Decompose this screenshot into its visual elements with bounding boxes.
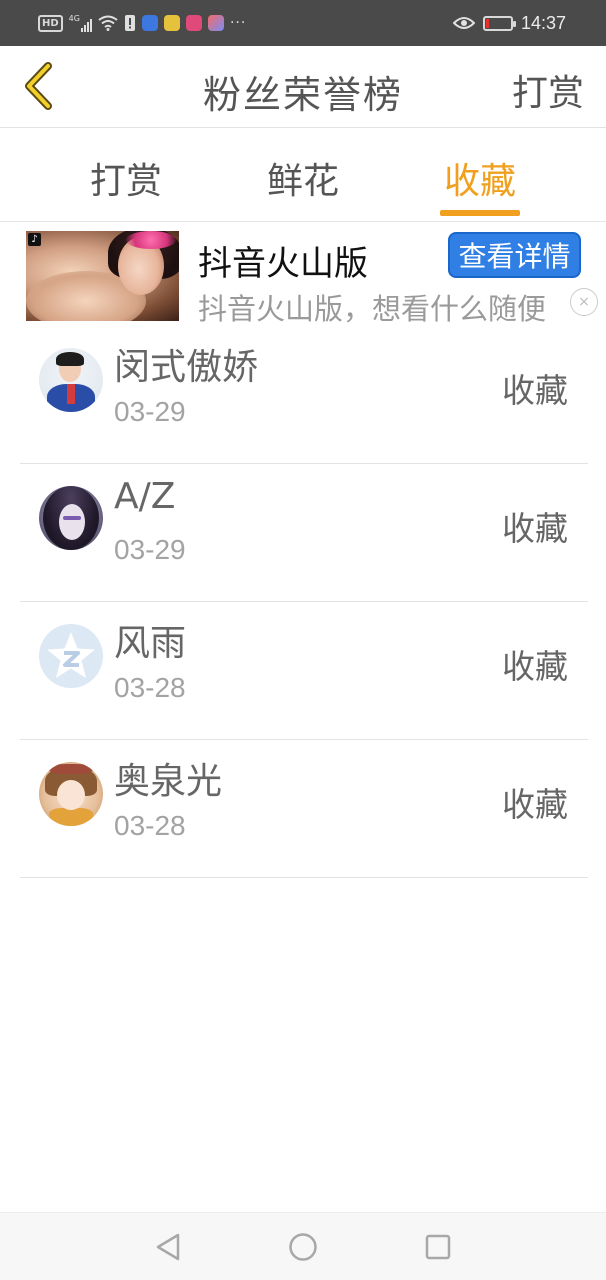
list-item[interactable]: 闵式傲娇 03-29 收藏 — [0, 326, 606, 464]
fan-action-label: 收藏 — [502, 785, 568, 824]
sim-alert-icon — [124, 15, 135, 31]
fan-date: 03-29 — [114, 534, 186, 565]
reward-button[interactable]: 打赏 — [512, 64, 584, 116]
list-item[interactable]: 奥泉光 03-28 收藏 — [0, 740, 606, 878]
app-header: 粉丝荣誉榜 打赏 — [0, 46, 606, 128]
fan-action-label: 收藏 — [502, 647, 568, 686]
fan-action-label: 收藏 — [502, 509, 568, 548]
avatar[interactable] — [39, 762, 103, 826]
system-nav-bar — [0, 1212, 606, 1280]
circle-home-icon — [289, 1233, 317, 1261]
network-type-label: 4G — [68, 14, 80, 23]
list-item[interactable]: 风雨 03-28 收藏 — [0, 602, 606, 740]
list-item[interactable]: A/Z 03-29 收藏 — [0, 464, 606, 602]
photo-app-icon — [207, 15, 224, 31]
video-app-icon — [185, 15, 202, 31]
battery-icon — [482, 15, 516, 31]
message-app-icon — [163, 15, 180, 31]
tab-reward[interactable]: 打赏 — [86, 152, 166, 204]
fan-name: 闵式傲娇 — [114, 347, 259, 388]
fan-list: 闵式傲娇 03-29 收藏 A/Z 03-29 收藏 风雨 03-28 收藏 奥… — [0, 326, 606, 878]
clock: 14:37 — [520, 12, 566, 33]
tiktok-icon: ♪ — [28, 233, 41, 246]
active-tab-indicator — [440, 210, 520, 216]
more-notifications-icon: ··· — [229, 15, 247, 31]
nav-back-button[interactable] — [152, 1231, 184, 1263]
tab-favorites[interactable]: 收藏 — [440, 152, 520, 204]
tab-flowers[interactable]: 鲜花 — [263, 152, 343, 204]
ad-description: 抖音火山版，想看什么随便 — [198, 292, 547, 326]
signal-icon — [80, 18, 92, 32]
ad-thumbnail: ♪ — [26, 231, 179, 321]
fan-name: A/Z — [114, 476, 176, 517]
avatar[interactable] — [39, 486, 103, 550]
eye-comfort-icon — [452, 17, 475, 29]
baidu-app-icon — [141, 15, 158, 31]
ad-title: 抖音火山版 — [198, 244, 368, 284]
square-recents-icon — [425, 1234, 451, 1260]
nav-home-button[interactable] — [287, 1231, 319, 1263]
triangle-back-icon — [156, 1233, 180, 1261]
fan-date: 03-29 — [114, 396, 186, 427]
tab-bar: 打赏 鲜花 收藏 — [0, 128, 606, 222]
status-bar: HD 4G ··· 14:37 — [0, 0, 606, 46]
fan-date: 03-28 — [114, 810, 186, 841]
view-details-button[interactable]: 查看详情 — [448, 232, 581, 278]
battery-level — [485, 18, 489, 28]
fan-date: 03-28 — [114, 672, 186, 703]
ad-banner[interactable]: ♪ 抖音火山版 抖音火山版，想看什么随便 查看详情 × — [0, 222, 606, 326]
network-icon: 4G — [69, 14, 92, 32]
avatar[interactable] — [39, 624, 103, 688]
status-left-icons: HD 4G ··· — [38, 12, 246, 34]
fan-name: 风雨 — [114, 623, 187, 664]
hd-icon: HD — [38, 14, 63, 32]
default-avatar-star-icon — [47, 632, 95, 678]
fan-action-label: 收藏 — [502, 371, 568, 410]
status-right-icons: 14:37 — [452, 11, 566, 35]
fan-name: 奥泉光 — [114, 761, 223, 802]
avatar[interactable] — [39, 348, 103, 412]
close-icon[interactable]: × — [570, 288, 598, 316]
nav-recents-button[interactable] — [422, 1231, 454, 1263]
wifi-icon — [98, 15, 118, 31]
